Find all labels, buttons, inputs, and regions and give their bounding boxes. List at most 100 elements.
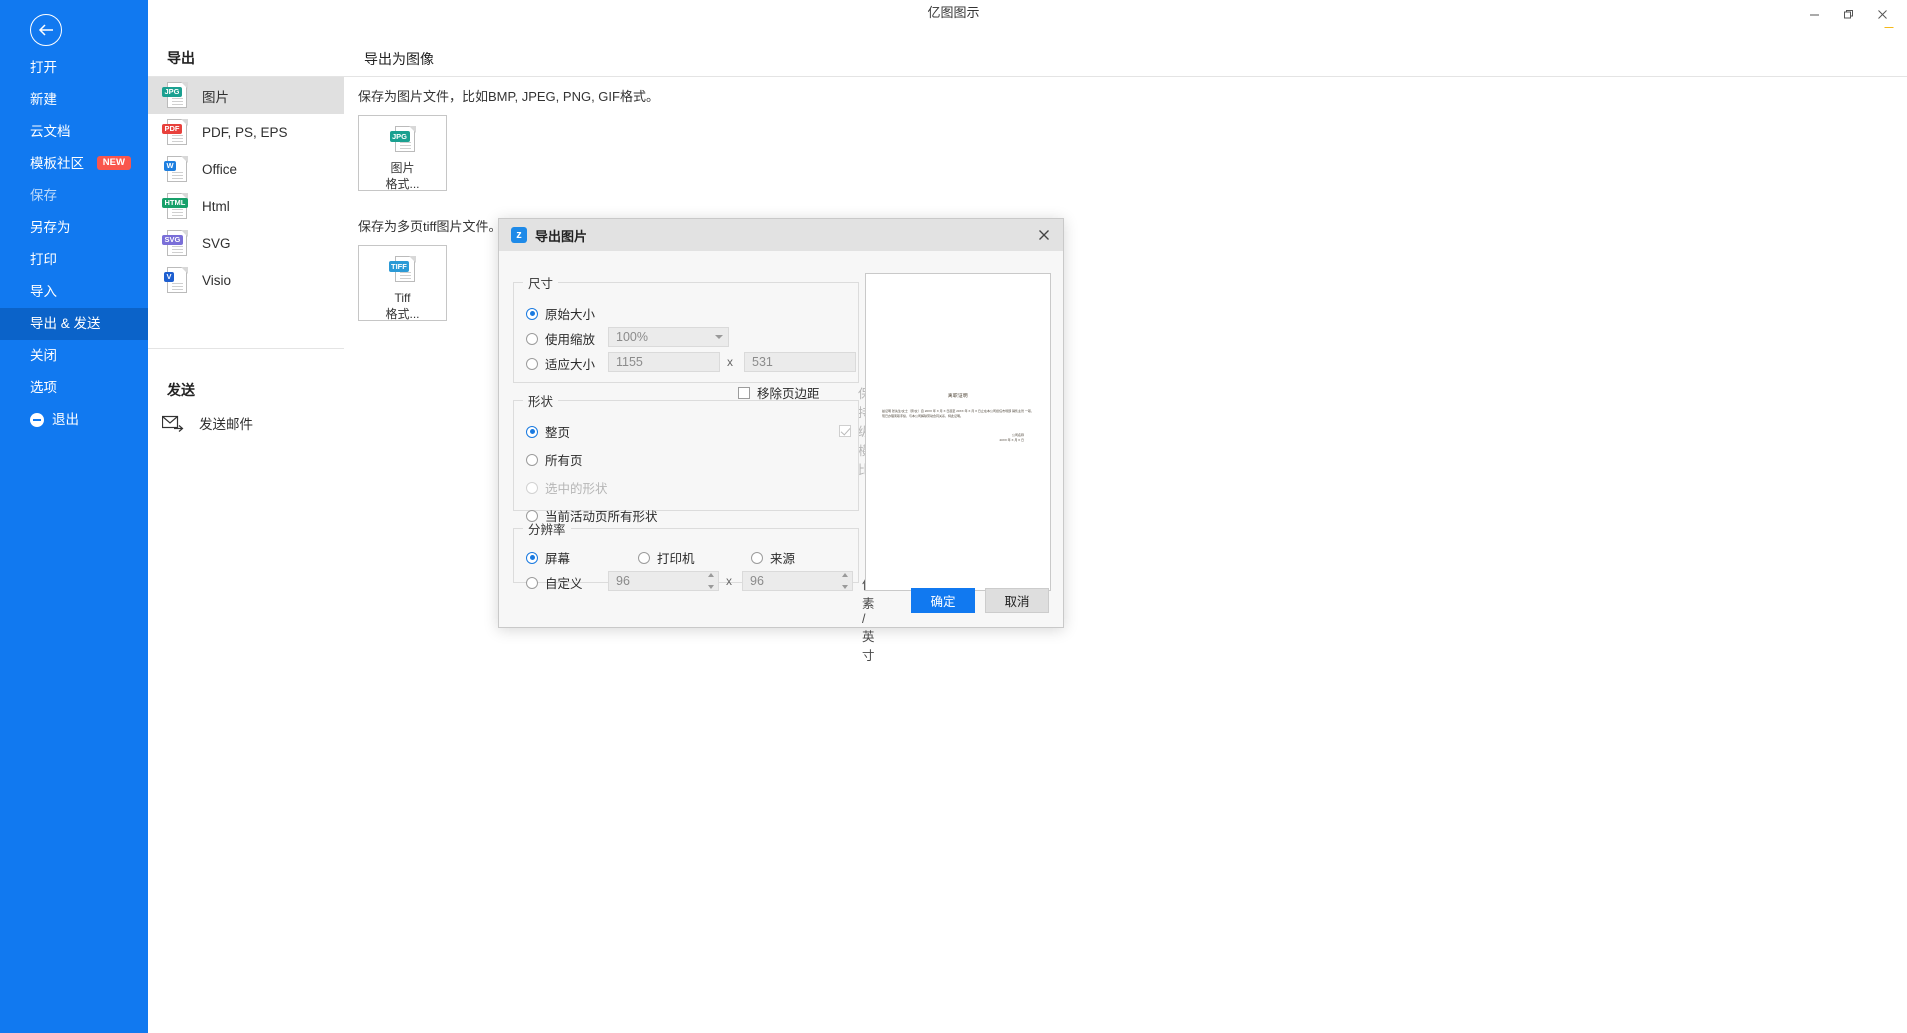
export-type-label: Visio [202, 273, 232, 288]
new-badge: NEW [96, 156, 131, 171]
screen-radio[interactable] [526, 551, 538, 564]
tiff-format-card[interactable]: TIFF Tiff 格式... [358, 245, 447, 321]
export-type-office[interactable]: W Office [148, 151, 344, 188]
sidebar-item-import[interactable]: 导入 [0, 276, 148, 308]
image-format-card[interactable]: JPG 图片 格式... [358, 115, 447, 191]
window-title: 亿图图示 [927, 5, 980, 20]
sidebar: 打开 新建 云文档 模板社区 NEW 保存 另存为 打印 导入 导出 & 发送 … [0, 0, 148, 1033]
minimize-icon[interactable] [1797, 2, 1831, 26]
dpi-y-stepper[interactable]: 96 [742, 571, 853, 591]
use-scale-option[interactable]: 使用缩放 [526, 329, 595, 348]
resolution-option-custom[interactable]: 自定义 [526, 573, 583, 592]
sidebar-item-print[interactable]: 打印 [0, 244, 148, 276]
card-label-line1: Tiff [394, 291, 411, 305]
stepper-down-icon[interactable] [842, 585, 848, 589]
printer-radio[interactable] [638, 551, 650, 564]
dialog-titlebar: ᴢ 导出图片 [499, 219, 1063, 251]
sidebar-item-export-send[interactable]: 导出 & 发送 [0, 308, 148, 340]
ed-logo-icon: ᴢ [511, 227, 527, 243]
sidebar-label: 打印 [30, 252, 57, 267]
export-type-label: PDF, PS, EPS [202, 125, 288, 140]
sidebar-label: 云文档 [30, 124, 71, 139]
jpg-file-icon: JPG [389, 125, 416, 155]
send-section-title: 发送 [167, 382, 195, 398]
export-type-svg[interactable]: SVG SVG [148, 225, 344, 262]
sidebar-item-close-doc[interactable]: 关闭 [0, 340, 148, 372]
jpg-file-icon: JPG [162, 81, 188, 111]
stepper-up-icon[interactable] [708, 573, 714, 577]
dpi-x-separator: x [726, 574, 732, 588]
original-size-label: 原始大小 [545, 308, 596, 322]
sidebar-label: 选项 [30, 380, 57, 395]
shape-option-all-pages[interactable]: 所有页 [526, 450, 583, 469]
sidebar-item-save[interactable]: 保存 [0, 180, 148, 212]
resolution-option-printer[interactable]: 打印机 [638, 548, 695, 567]
original-size-option[interactable]: 原始大小 [526, 304, 595, 323]
stepper-down-icon[interactable] [708, 585, 714, 589]
whole-page-radio[interactable] [526, 425, 538, 438]
image-export-description: 保存为图片文件，比如BMP, JPEG, PNG, GIF格式。 [358, 89, 659, 104]
sidebar-item-template-community[interactable]: 模板社区 NEW [0, 148, 148, 180]
sidebar-item-options[interactable]: 选项 [0, 372, 148, 404]
use-scale-radio[interactable] [526, 332, 538, 345]
all-pages-label: 所有页 [545, 454, 583, 468]
back-arrow-icon [38, 24, 53, 36]
back-button[interactable] [30, 14, 62, 46]
stepper-arrows[interactable] [842, 573, 848, 589]
sidebar-item-cloud-doc[interactable]: 云文档 [0, 116, 148, 148]
export-type-label: SVG [202, 236, 231, 251]
sidebar-label: 另存为 [30, 220, 71, 235]
fit-height-input[interactable]: 531 [744, 352, 856, 372]
custom-label: 自定义 [545, 577, 583, 591]
all-pages-radio[interactable] [526, 453, 538, 466]
cancel-button[interactable]: 取消 [985, 588, 1049, 613]
size-x-separator: x [727, 355, 733, 369]
html-file-icon: HTML [162, 192, 188, 222]
shape-option-whole-page[interactable]: 整页 [526, 422, 570, 441]
window-controls [1797, 2, 1899, 26]
send-email-item[interactable]: 发送邮件 [162, 413, 253, 433]
source-radio[interactable] [751, 551, 763, 564]
export-type-label: 图片 [202, 89, 229, 105]
resolution-group: 分辨率 屏幕 打印机 来源 自定义 96 x 96 素 / 英寸 [513, 519, 875, 663]
fit-width-value: 1155 [616, 355, 643, 369]
export-image-dialog: ᴢ 导出图片 尺寸 原始大小 使用缩放 100% 适应大小 1155 x 531… [498, 218, 1064, 663]
ok-button[interactable]: 确定 [911, 588, 975, 613]
pdf-file-icon: PDF [162, 118, 188, 148]
scale-value: 100% [616, 330, 648, 344]
tiff-file-icon: TIFF [388, 255, 416, 285]
sidebar-item-new[interactable]: 新建 [0, 84, 148, 116]
fit-size-option[interactable]: 适应大小 [526, 354, 595, 373]
stepper-arrows[interactable] [708, 573, 714, 589]
dpi-x-stepper[interactable]: 96 [608, 571, 719, 591]
sidebar-item-exit[interactable]: 退出 [0, 404, 148, 436]
resolution-option-screen[interactable]: 屏幕 [526, 548, 570, 567]
export-type-pdf[interactable]: PDF PDF, PS, EPS [148, 114, 344, 151]
export-type-list: JPG 图片 PDF PDF, PS, EPS W Office HTML Ht… [148, 77, 344, 299]
preview-doc-body: 兹证明 张先生/女士（男/女）自 20XX 年 X 月 X 日起至 20XX 年… [882, 409, 1034, 418]
original-size-radio[interactable] [526, 307, 538, 320]
scale-select[interactable]: 100% [608, 327, 729, 347]
window-titlebar: 亿图图示 1377144... [0, 0, 1907, 40]
sidebar-item-open[interactable]: 打开 [0, 52, 148, 84]
dialog-close-icon[interactable] [1031, 223, 1057, 247]
sidebar-item-save-as[interactable]: 另存为 [0, 212, 148, 244]
sidebar-menu: 打开 新建 云文档 模板社区 NEW 保存 另存为 打印 导入 导出 & 发送 … [0, 52, 148, 436]
fit-size-radio[interactable] [526, 357, 538, 370]
fit-width-input[interactable]: 1155 [608, 352, 720, 372]
sidebar-label: 导入 [30, 284, 57, 299]
export-type-image[interactable]: JPG 图片 [148, 77, 344, 114]
close-icon[interactable] [1865, 2, 1899, 26]
export-type-html[interactable]: HTML Html [148, 188, 344, 225]
stepper-up-icon[interactable] [842, 573, 848, 577]
export-type-visio[interactable]: V Visio [148, 262, 344, 299]
screen-label: 屏幕 [545, 552, 571, 566]
maximize-icon[interactable] [1831, 2, 1865, 26]
size-group: 尺寸 原始大小 使用缩放 100% 适应大小 1155 x 531 移除页边距 [513, 273, 913, 477]
dialog-title: 导出图片 [535, 228, 588, 244]
jpg-tag: JPG [162, 86, 183, 97]
sidebar-label: 关闭 [30, 348, 57, 363]
resolution-option-source[interactable]: 来源 [751, 548, 795, 567]
custom-radio[interactable] [526, 576, 538, 589]
send-email-label: 发送邮件 [199, 417, 253, 432]
